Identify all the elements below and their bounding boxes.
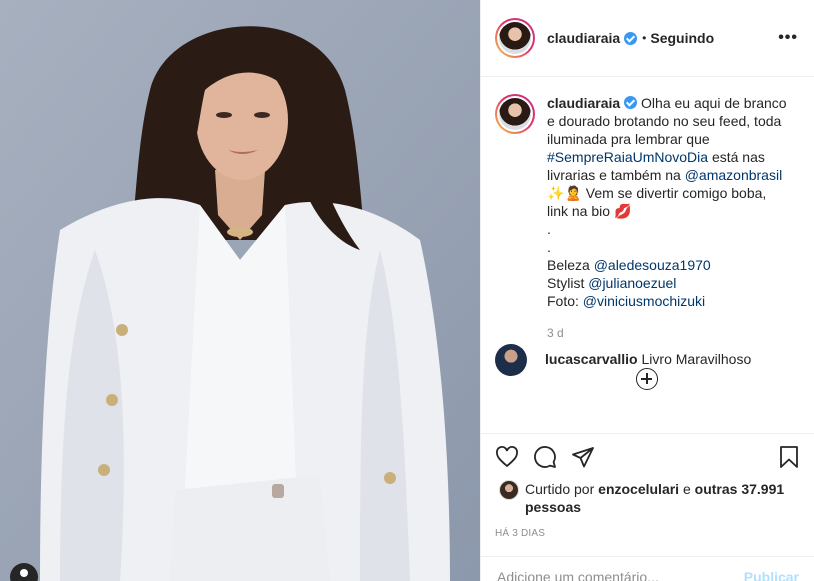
liker-username[interactable]: enzocelulari bbox=[598, 481, 679, 497]
post-sidebar: claudiaraia • Seguindo ••• claudiaraia O… bbox=[480, 0, 814, 581]
comment-text: lucascarvallio Livro Maravilhoso bbox=[545, 351, 751, 367]
post-actions: Curtido por enzocelulari e outras 37.991… bbox=[481, 433, 814, 539]
more-options-icon[interactable]: ••• bbox=[778, 29, 798, 47]
credit-beleza: Beleza @aledesouza1970 bbox=[547, 256, 791, 274]
comment-body: Livro Maravilhoso bbox=[641, 351, 752, 367]
author-username[interactable]: claudiaraia bbox=[547, 30, 620, 46]
heart-icon[interactable] bbox=[495, 445, 519, 469]
verified-badge-icon bbox=[624, 96, 638, 109]
credit-label: Beleza bbox=[547, 257, 590, 273]
publish-button[interactable]: Publicar bbox=[744, 569, 799, 581]
share-icon[interactable] bbox=[571, 445, 595, 469]
add-comment-bar: Publicar bbox=[481, 556, 814, 581]
likes-text: Curtido por enzocelulari e outras 37.991… bbox=[525, 480, 801, 516]
author-avatar-ring[interactable] bbox=[495, 18, 535, 58]
comment-input[interactable] bbox=[497, 568, 744, 581]
following-button[interactable]: Seguindo bbox=[650, 30, 714, 46]
post-photo-illustration bbox=[0, 0, 480, 581]
likes-conj: e bbox=[682, 481, 691, 497]
comments-section[interactable]: claudiaraia Olha eu aqui de branco e dou… bbox=[481, 78, 814, 433]
credit-label: Foto: bbox=[547, 293, 579, 309]
lips-emoji: 💋 bbox=[613, 203, 632, 219]
verified-badge-icon bbox=[624, 31, 638, 45]
caption-dot-2: . bbox=[547, 239, 551, 255]
action-icons bbox=[495, 434, 801, 480]
avatar bbox=[499, 22, 531, 54]
instagram-post-modal: claudiaraia • Seguindo ••• claudiaraia O… bbox=[0, 0, 814, 581]
mention-amazonbrasil[interactable]: @amazonbrasil bbox=[685, 167, 782, 183]
caption: claudiaraia Olha eu aqui de branco e dou… bbox=[495, 94, 799, 342]
caption-username[interactable]: claudiaraia bbox=[547, 95, 620, 111]
avatar bbox=[499, 98, 531, 130]
avatar[interactable] bbox=[495, 344, 527, 376]
caption-avatar-ring[interactable] bbox=[495, 94, 535, 134]
caption-dot-1: . bbox=[547, 221, 551, 237]
mention-link[interactable]: @viniciusmochizuki bbox=[583, 293, 705, 309]
caption-body: claudiaraia Olha eu aqui de branco e dou… bbox=[547, 94, 791, 342]
mention-link[interactable]: @aledesouza1970 bbox=[594, 257, 711, 273]
comment-icon[interactable] bbox=[533, 445, 557, 469]
hashtag-link[interactable]: #SempreRaiaUmNovoDia bbox=[547, 149, 708, 165]
credit-stylist: Stylist @julianoezuel bbox=[547, 274, 791, 292]
comment-item: lucascarvallio Livro Maravilhoso bbox=[495, 344, 751, 376]
post-timestamp[interactable]: HÁ 3 DIAS bbox=[495, 528, 801, 539]
comment-username[interactable]: lucascarvallio bbox=[545, 351, 638, 367]
post-header: claudiaraia • Seguindo ••• bbox=[481, 0, 814, 77]
mention-link[interactable]: @julianoezuel bbox=[588, 275, 676, 291]
credit-foto: Foto: @viniciusmochizuki bbox=[547, 292, 791, 310]
likes-prefix: Curtido por bbox=[525, 481, 595, 497]
post-photo[interactable] bbox=[0, 0, 480, 581]
caption-timestamp[interactable]: 3 d bbox=[547, 324, 791, 342]
header-separator: • bbox=[642, 31, 647, 45]
bookmark-icon[interactable] bbox=[777, 445, 801, 469]
woman-emoji: 🙎 bbox=[564, 185, 582, 201]
credit-label: Stylist bbox=[547, 275, 585, 291]
sparkle-emoji: ✨ bbox=[547, 185, 565, 201]
avatar[interactable] bbox=[499, 480, 519, 500]
likes-summary: Curtido por enzocelulari e outras 37.991… bbox=[495, 480, 801, 516]
